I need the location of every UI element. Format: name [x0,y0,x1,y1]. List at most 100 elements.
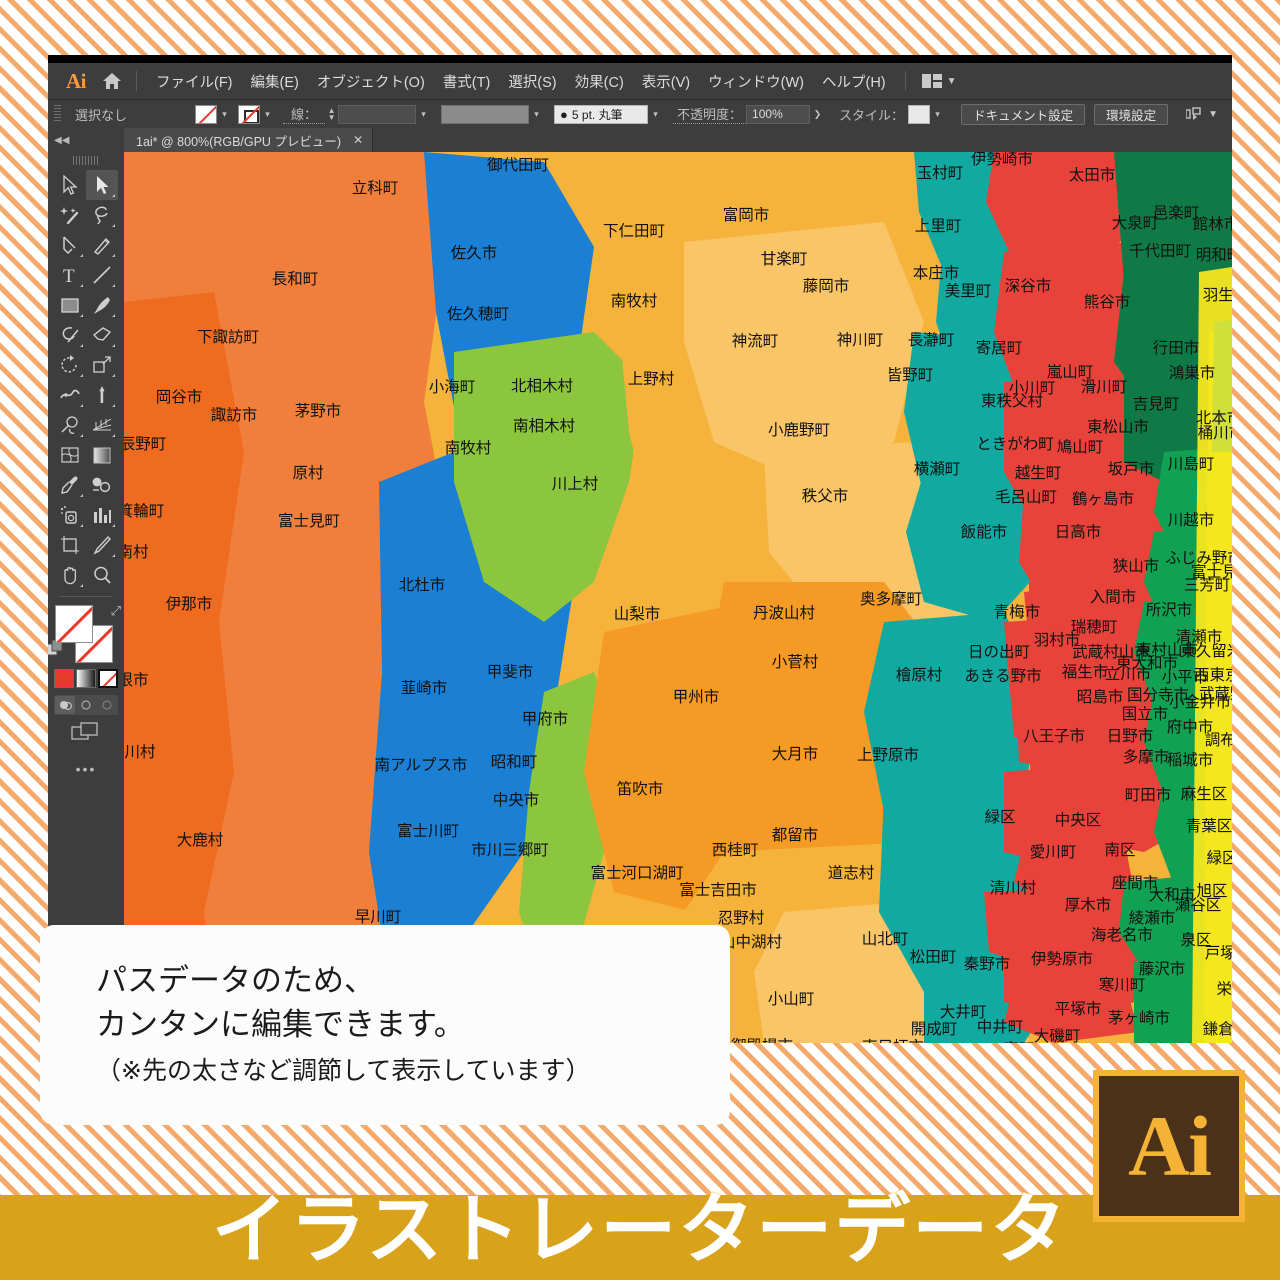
map-region-label[interactable]: 坂戸市 [1108,460,1155,478]
map-region-label[interactable]: 千代田町 [1129,242,1191,260]
map-region-label[interactable]: 伊勢原市 [1031,950,1093,968]
map-region-label[interactable]: 横瀬町 [914,460,961,478]
scale-tool[interactable] [86,350,118,380]
stroke-weight-stepper[interactable]: ▲ ▼ [325,107,338,122]
shaper-tool[interactable] [54,320,86,350]
map-region-label[interactable]: 昭和町 [491,753,538,771]
map-region-label[interactable]: 伊勢崎市 [971,152,1033,168]
map-region-label[interactable]: 小鹿野町 [768,421,830,439]
hand-tool[interactable] [54,560,86,590]
map-region-label[interactable]: 市川三郷町 [471,841,549,859]
gradient-swatch-button[interactable] [76,669,96,688]
map-region-label[interactable]: 大泉町 [1112,214,1159,232]
magic-wand-tool[interactable] [54,200,86,230]
stroke-profile-chevron-down-icon[interactable]: ▾ [529,105,544,124]
map-region-label[interactable]: 日野市 [1107,727,1154,745]
map-region-label[interactable]: 茅野市 [295,402,342,420]
map-region-label[interactable]: 御殿場市 [731,1037,793,1043]
map-region-label[interactable]: 松田町 [910,948,957,966]
map-region-label[interactable]: 藤沢市 [1139,960,1186,978]
menu-edit[interactable]: 編集(E) [242,67,308,96]
map-region-label[interactable]: 箕輪町 [124,502,164,520]
map-region-label[interactable]: 厚木市 [1065,896,1112,914]
map-region-label[interactable]: 山梨市 [614,605,661,623]
map-region-label[interactable]: 西東京市 [1194,666,1232,684]
rectangle-tool[interactable] [54,290,86,320]
map-region-label[interactable]: 緑区 [1206,849,1232,867]
direct-selection-tool[interactable] [86,170,118,200]
map-region-label[interactable]: 開成町 [911,1020,958,1038]
pen-tool[interactable] [54,230,86,260]
menu-type[interactable]: 書式(T) [434,67,500,96]
map-region-label[interactable]: 綾瀬市 [1129,909,1176,927]
map-region-label[interactable]: 多摩市 [1123,748,1170,766]
selection-tool[interactable] [54,170,86,200]
map-region-label[interactable]: 入間市 [1090,588,1137,606]
swap-fill-stroke-icon[interactable]: ⤢ [111,603,121,619]
map-region-label[interactable]: 南区 [1104,841,1135,859]
width-tool[interactable] [54,380,86,410]
map-region-label[interactable]: 秩父市 [802,487,849,505]
map-region-label[interactable]: 小山町 [768,990,815,1008]
select-similar-objects-icon[interactable]: ▼ [1180,107,1224,121]
type-tool[interactable]: T [54,260,86,290]
map-region-label[interactable]: 中央市 [493,791,540,809]
map-region-label[interactable]: 愛川町 [1030,843,1077,861]
map-region-label[interactable]: 藤岡市 [803,277,850,295]
map-region-label[interactable]: 下仁田町 [603,222,665,240]
map-region-label[interactable]: 日の出町 [968,643,1030,661]
map-region-label[interactable]: 青葉区 [1186,817,1232,835]
control-bar-grip[interactable] [54,105,61,123]
japan-municipality-map[interactable]: 御代田町立科町佐久市長和町下仁田町富岡市甘楽町藤岡市南牧村佐久穂町下諏訪町 神流町… [124,152,1232,1043]
map-region-label[interactable]: 奥多摩町 [860,590,922,608]
map-region-label[interactable]: 日高市 [1055,523,1102,541]
symbol-sprayer-tool[interactable] [54,500,86,530]
menu-effect[interactable]: 効果(C) [566,67,633,96]
fill-swatch[interactable] [195,104,218,124]
none-swatch-button[interactable] [98,669,118,688]
map-region-label[interactable]: 辰野町 [124,435,166,453]
map-region-label[interactable]: 狭山市 [1113,557,1160,575]
draw-behind-icon[interactable] [76,696,96,714]
map-region-label[interactable]: 甘楽町 [761,250,808,268]
document-tab[interactable]: 1ai* @ 800%(RGB/GPU プレビュー) ✕ [124,128,374,152]
document-canvas[interactable]: 御代田町 立科町 佐久市 長和町 下仁田町 富岡市 甘楽町 藤岡市 南牧村 佐久穂町 下諏訪町 神流町… [124,152,1232,1043]
map-region-label[interactable]: 南相木村 [513,417,575,435]
map-region-label[interactable]: 富士河口湖町 [590,864,683,882]
map-region-label[interactable]: 皆野町 [887,366,934,384]
map-region-label[interactable]: 武蔵野市 [1199,685,1232,703]
map-region-label[interactable]: 北相木村 [511,377,573,395]
map-region-label[interactable]: 神川町 [837,331,884,349]
map-region-label[interactable]: 甲州市 [673,688,720,706]
map-region-label[interactable]: 鶴ヶ島市 [1072,490,1134,508]
map-region-label[interactable]: ときがわ町 [976,435,1054,453]
map-region-label[interactable]: 吉見町 [1133,395,1180,413]
mesh-tool[interactable] [54,440,86,470]
edit-toolbar-icon[interactable]: ••• [76,761,97,777]
map-region-label[interactable]: 西桂町 [712,841,759,859]
opacity-label[interactable]: 不透明度： [673,104,747,124]
map-region-label[interactable]: 滑川町 [1081,378,1128,396]
map-region-label[interactable]: 明和町 [1196,246,1232,264]
map-region-label[interactable]: 南牧村 [611,292,658,310]
map-region-label[interactable]: 福生市 [1062,663,1109,681]
document-setup-button[interactable]: ドキュメント設定 [961,103,1086,125]
map-region-label[interactable]: 上野村 [628,370,675,388]
map-region-label[interactable]: 川上村 [552,475,599,493]
map-region-label[interactable]: 甲斐市 [487,663,534,681]
map-region-label[interactable]: 忍野村 [718,909,765,927]
map-region-label[interactable]: 川村 [124,743,155,761]
arrange-chevron-down-icon[interactable]: ▼ [947,76,957,87]
map-region-label[interactable]: 上野原市 [857,746,919,764]
collapse-panel-icon[interactable]: ◀◀ [48,128,124,152]
map-region-label[interactable]: 毛呂山町 [995,488,1057,506]
map-region-label[interactable]: 桶川市 [1198,424,1232,442]
eyedropper-tool[interactable] [54,470,86,500]
home-icon[interactable] [98,68,126,94]
map-region-label[interactable]: 東久留米市 [1180,642,1232,660]
map-region-label[interactable]: 原村 [292,464,323,482]
map-region-label[interactable]: 大鹿村 [177,831,224,849]
change-screen-mode-icon[interactable] [71,722,101,747]
map-region-label[interactable]: 所沢市 [1146,601,1193,619]
map-region-label[interactable]: 海老名市 [1091,926,1153,944]
